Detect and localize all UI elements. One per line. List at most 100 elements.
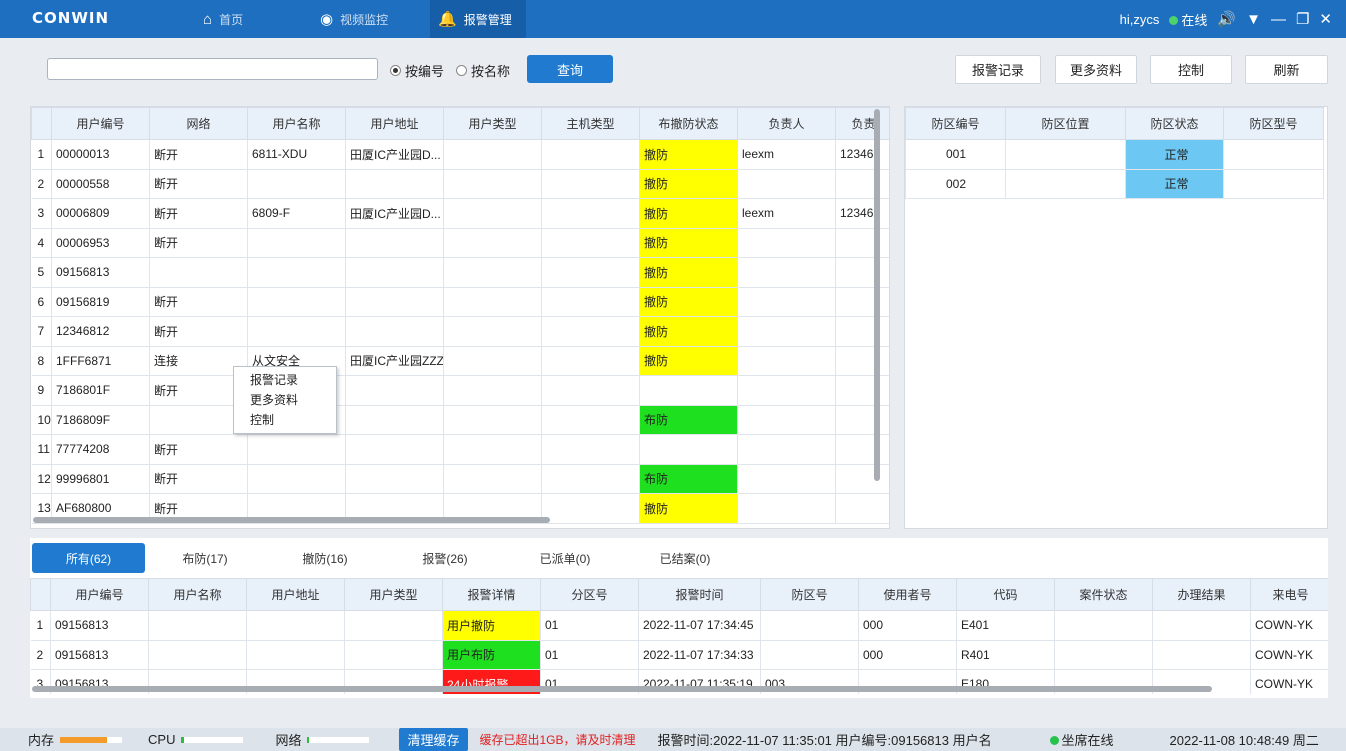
column-header[interactable]: 主机类型 (541, 107, 640, 140)
table-row[interactable]: 1 00000013 断开 6811-XDU 田厦IC产业园D... 撤防 leexm 123… (31, 139, 889, 170)
owner (737, 345, 836, 376)
tab-filter[interactable]: 所有(62) (32, 543, 145, 573)
tab-filter[interactable]: 布防(17) (145, 543, 265, 573)
user-name: 6811-XDU (247, 139, 346, 170)
alarm-detail: 用户撤防 (442, 610, 541, 641)
column-header[interactable]: 用户编号 (51, 107, 150, 140)
column-header[interactable]: 代码 (956, 578, 1055, 611)
event-table-hscrollbar[interactable] (32, 686, 1212, 692)
table-row[interactable]: 3 00006809 断开 6809-F 田厦IC产业园D... 撤防 leexm 12346 (31, 198, 889, 229)
column-header[interactable]: 报警详情 (442, 578, 541, 611)
table-row[interactable]: 2 09156813 用户布防 01 2022-11-07 17:34:33 000 R40… (30, 639, 1328, 670)
arm-state: 布防 (639, 404, 738, 435)
table-row[interactable]: 9 7186801F 断开 (31, 375, 889, 406)
host-type (541, 257, 640, 288)
column-header[interactable]: 防区型号 (1223, 107, 1324, 140)
nav-home-label: 首页 (219, 12, 244, 27)
column-header[interactable]: 来电号 (1250, 578, 1328, 611)
table-row[interactable]: 11 77774208 断开 (31, 434, 889, 465)
user-name (247, 316, 346, 347)
column-header[interactable]: 防区状态 (1125, 107, 1224, 140)
column-header[interactable]: 用户名称 (148, 578, 247, 611)
ctx-more-info[interactable]: 更多资料 (234, 390, 336, 410)
column-header[interactable]: 负责 (835, 107, 889, 140)
nav-alarm[interactable]: 🔔 报警管理 (430, 0, 526, 38)
radio-by-name[interactable]: 按名称 (456, 61, 510, 80)
column-header[interactable]: 用户类型 (443, 107, 542, 140)
user-name (247, 463, 346, 494)
tab-filter[interactable]: 报警(26) (385, 543, 505, 573)
table-row[interactable]: 12 99996801 断开 布防 (31, 463, 889, 494)
table-row[interactable]: 10 7186809F 布防 (31, 404, 889, 435)
user-type (344, 639, 443, 670)
column-header[interactable]: 网络 (149, 107, 248, 140)
user-table-hscrollbar[interactable] (33, 517, 550, 523)
column-header[interactable]: 防区号 (760, 578, 859, 611)
ctx-alarm-record[interactable]: 报警记录 (234, 370, 336, 390)
restore-icon[interactable]: ❐ (1296, 10, 1309, 28)
tab-filter[interactable]: 已派单(0) (505, 543, 625, 573)
column-header[interactable]: 负责人 (737, 107, 836, 140)
column-header[interactable]: 案件状态 (1054, 578, 1153, 611)
user-address: 田厦IC产业园D... (345, 139, 444, 170)
table-row[interactable]: 6 09156819 断开 撤防 (31, 286, 889, 317)
user-name (247, 168, 346, 199)
zone-table: 防区编号 防区位置 防区状态 防区型号 001 正常 002 正常 (905, 107, 1324, 199)
user-address (246, 639, 345, 670)
column-header[interactable]: 用户编号 (50, 578, 149, 611)
column-header[interactable]: 用户类型 (344, 578, 443, 611)
table-row[interactable]: 5 09156813 撤防 (31, 257, 889, 288)
close-icon[interactable]: ✕ (1319, 10, 1332, 28)
user-type (443, 463, 542, 494)
host-type (541, 375, 640, 406)
owner-phone (835, 493, 889, 524)
table-row[interactable]: 002 正常 (905, 168, 1324, 199)
column-header[interactable]: 布撤防状态 (639, 107, 738, 140)
table-row[interactable]: 1 09156813 用户撤防 01 2022-11-07 17:34:45 000 E40… (30, 610, 1328, 641)
table-row[interactable]: 001 正常 (905, 139, 1324, 170)
nav-home[interactable]: ⌂ 首页 (203, 0, 243, 38)
column-header[interactable]: 报警时间 (638, 578, 761, 611)
owner (737, 404, 836, 435)
dropdown-icon[interactable]: ▼ (1246, 11, 1261, 28)
radio-by-number[interactable]: 按编号 (390, 61, 444, 80)
tab-filter[interactable]: 撤防(16) (265, 543, 385, 573)
table-row[interactable]: 7 12346812 断开 撤防 (31, 316, 889, 347)
arm-state: 撤防 (639, 345, 738, 376)
ctx-control[interactable]: 控制 (234, 410, 336, 430)
cache-warning: 缓存已超出1GB，请及时清理 (479, 733, 636, 747)
nav-video[interactable]: ◉ 视频监控 (320, 0, 388, 38)
column-header[interactable]: 用户名称 (247, 107, 346, 140)
app-logo: CONWIN (32, 9, 109, 27)
column-header[interactable]: 用户地址 (246, 578, 345, 611)
clear-cache-button[interactable]: 清理缓存 (399, 728, 468, 751)
arm-state: 撤防 (639, 316, 738, 347)
column-header[interactable]: 用户地址 (345, 107, 444, 140)
speaker-icon[interactable]: 🔊 (1217, 10, 1236, 28)
control-button[interactable]: 控制 (1150, 55, 1232, 84)
header-corner (31, 107, 52, 140)
column-header[interactable]: 使用者号 (858, 578, 957, 611)
row-number: 12 (31, 463, 52, 494)
table-row[interactable]: 4 00006953 断开 撤防 (31, 227, 889, 258)
more-info-button[interactable]: 更多资料 (1055, 55, 1137, 84)
user-id: 09156813 (51, 257, 150, 288)
host-type (541, 139, 640, 170)
alarm-record-button[interactable]: 报警记录 (955, 55, 1041, 84)
query-button[interactable]: 查询 (527, 55, 613, 83)
minimize-icon[interactable]: — (1271, 11, 1286, 28)
zone-id: 002 (905, 168, 1006, 199)
column-header[interactable]: 分区号 (540, 578, 639, 611)
refresh-button[interactable]: 刷新 (1245, 55, 1328, 84)
cpu-meter (181, 736, 244, 743)
table-row[interactable]: 2 00000558 断开 撤防 (31, 168, 889, 199)
column-header[interactable]: 办理结果 (1152, 578, 1251, 611)
user-table-vscrollbar[interactable] (874, 109, 880, 481)
search-input[interactable] (47, 58, 378, 80)
row-number: 7 (31, 316, 52, 347)
nav-alarm-label: 报警管理 (463, 12, 512, 27)
column-header[interactable]: 防区编号 (905, 107, 1006, 140)
tab-filter[interactable]: 已结案(0) (625, 543, 745, 573)
table-row[interactable]: 8 1FFF6871 连接 从文安全 田厦IC产业园ZZZ 撤防 (31, 345, 889, 376)
column-header[interactable]: 防区位置 (1005, 107, 1126, 140)
